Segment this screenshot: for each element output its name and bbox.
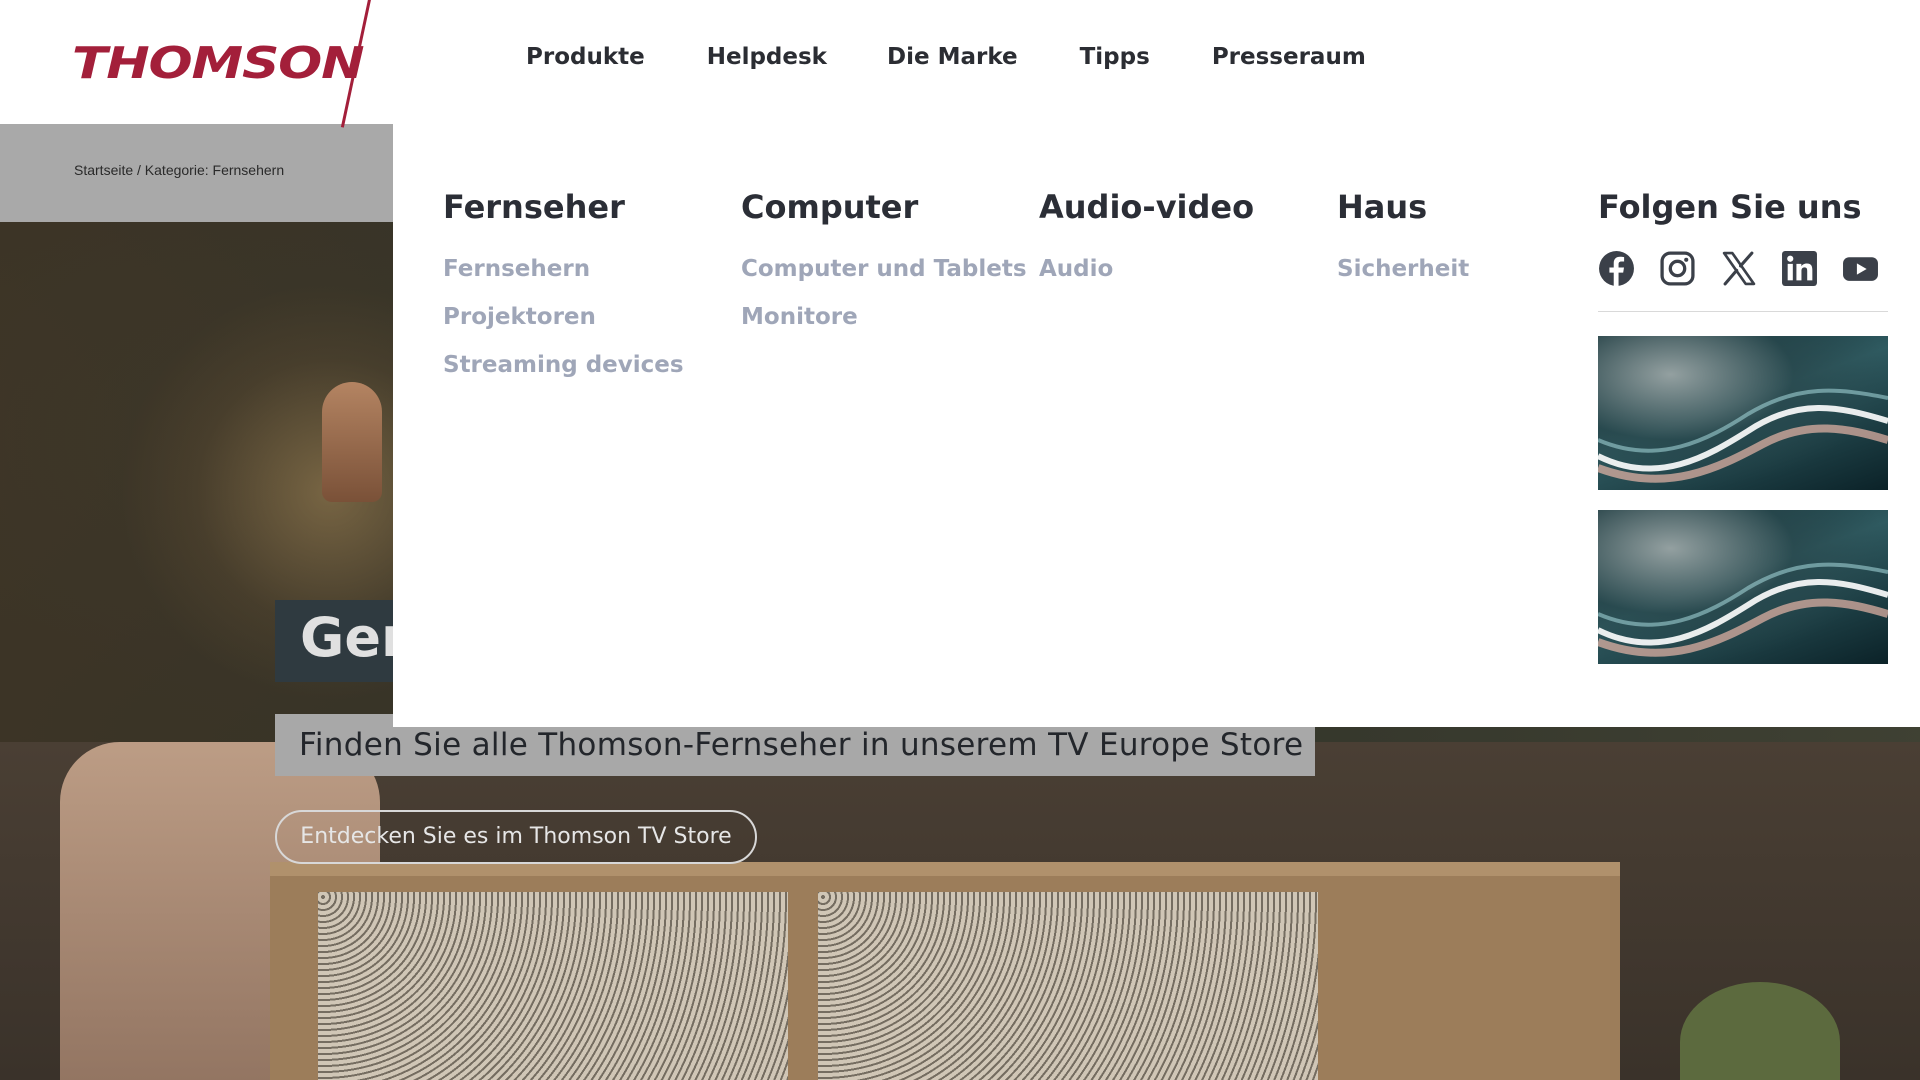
nav-item-helpdesk[interactable]: Helpdesk: [707, 44, 827, 70]
facebook-icon[interactable]: [1598, 250, 1635, 287]
instagram-icon[interactable]: [1659, 250, 1696, 287]
menu-link-sicherheit[interactable]: Sicherheit: [1337, 256, 1469, 282]
x-twitter-icon[interactable]: [1720, 250, 1757, 287]
hero-cabinet-door: [318, 892, 788, 1080]
site-header: THOMSON Produkte Helpdesk Die Marke Tipp…: [0, 0, 1920, 128]
follow-us-title: Folgen Sie uns: [1598, 188, 1862, 226]
menu-link-audio[interactable]: Audio: [1039, 256, 1254, 282]
menu-link-computer-und-tablets[interactable]: Computer und Tablets: [741, 256, 1027, 282]
menu-column-title[interactable]: Haus: [1337, 188, 1469, 226]
promo-banner[interactable]: [1598, 336, 1888, 490]
thomson-logo[interactable]: THOMSON: [72, 38, 365, 89]
menu-column-computer: Computer Computer und Tablets Monitore: [741, 188, 1027, 352]
wave-graphic: [1598, 562, 1888, 657]
hero-cabinet-door: [818, 892, 1318, 1080]
nav-item-produkte[interactable]: Produkte: [526, 44, 645, 70]
menu-column-title[interactable]: Audio-video: [1039, 188, 1254, 226]
main-navigation: Produkte Helpdesk Die Marke Tipps Presse…: [526, 44, 1428, 70]
nav-item-die-marke[interactable]: Die Marke: [887, 44, 1018, 70]
promo-banner[interactable]: [1598, 510, 1888, 664]
youtube-icon[interactable]: [1842, 250, 1879, 287]
social-links: [1598, 250, 1888, 312]
menu-link-fernsehern[interactable]: Fernsehern: [443, 256, 684, 282]
menu-link-projektoren[interactable]: Projektoren: [443, 304, 684, 330]
breadcrumb[interactable]: Startseite / Kategorie: Fernsehern: [74, 162, 284, 178]
store-cta-button[interactable]: Entdecken Sie es im Thomson TV Store: [275, 810, 757, 864]
menu-column-fernseher: Fernseher Fernsehern Projektoren Streami…: [443, 188, 684, 400]
menu-column-title[interactable]: Computer: [741, 188, 1027, 226]
menu-column-audio-video: Audio-video Audio: [1039, 188, 1254, 304]
hero-lamp: [322, 382, 382, 502]
menu-column-title[interactable]: Fernseher: [443, 188, 684, 226]
wave-graphic: [1598, 388, 1888, 483]
follow-us-section: Folgen Sie uns: [1598, 188, 1888, 664]
menu-link-monitore[interactable]: Monitore: [741, 304, 1027, 330]
products-mega-menu: Fernseher Fernsehern Projektoren Streami…: [393, 124, 1920, 727]
linkedin-icon[interactable]: [1781, 250, 1818, 287]
nav-item-tipps[interactable]: Tipps: [1080, 44, 1150, 70]
menu-column-haus: Haus Sicherheit: [1337, 188, 1469, 304]
nav-item-presseraum[interactable]: Presseraum: [1212, 44, 1366, 70]
menu-link-streaming-devices[interactable]: Streaming devices: [443, 352, 684, 378]
hero-title: Ger: [300, 606, 408, 669]
